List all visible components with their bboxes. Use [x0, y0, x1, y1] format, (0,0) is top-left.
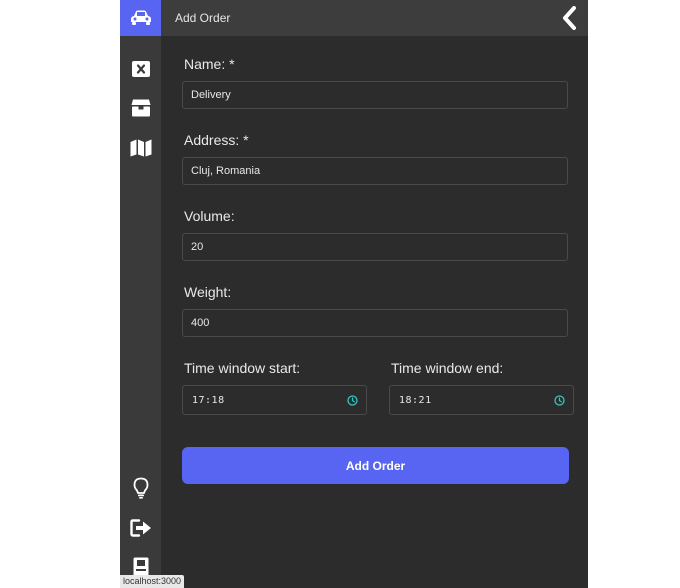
box-icon: [131, 99, 150, 117]
name-label: Name: *: [184, 56, 235, 72]
time-end-input[interactable]: 18:21: [389, 385, 574, 415]
clock-icon[interactable]: [347, 394, 358, 406]
app-header: Add Order: [161, 0, 588, 36]
id-badge-icon: [133, 557, 148, 577]
time-start-input[interactable]: 17:18: [182, 385, 367, 415]
sidebar: [120, 0, 161, 588]
clock-icon[interactable]: [554, 394, 565, 406]
close-square-icon: [131, 61, 150, 77]
weight-label: Weight:: [184, 284, 232, 300]
address-input[interactable]: [182, 157, 568, 185]
weight-input[interactable]: [182, 309, 568, 337]
volume-label: Volume:: [184, 208, 235, 224]
chevron-left-icon: [563, 6, 576, 30]
time-end-label: Time window end:: [391, 360, 504, 376]
car-icon: [130, 10, 151, 25]
time-start-value: 17:18: [192, 394, 225, 406]
time-end-value: 18:21: [399, 394, 432, 406]
time-start-label: Time window start:: [184, 360, 301, 376]
sidebar-item-theme[interactable]: [120, 471, 161, 505]
sidebar-item-logout[interactable]: [120, 511, 161, 545]
map-icon: [130, 139, 151, 157]
app-window: Add Order Name: * Address: * Volume: Wei…: [120, 0, 588, 588]
sidebar-item-cancel[interactable]: [120, 52, 161, 86]
add-order-button[interactable]: Add Order: [182, 447, 569, 484]
lightbulb-icon: [133, 477, 148, 499]
sidebar-item-orders[interactable]: [120, 91, 161, 125]
sign-out-icon: [129, 519, 151, 537]
page-title: Add Order: [175, 11, 231, 25]
sidebar-item-map[interactable]: [120, 131, 161, 165]
name-input[interactable]: [182, 81, 568, 109]
status-bar-url: localhost:3000: [120, 575, 185, 588]
address-label: Address: *: [184, 132, 249, 148]
volume-input[interactable]: [182, 233, 568, 261]
back-button[interactable]: [558, 4, 580, 32]
sidebar-item-vehicles[interactable]: [120, 0, 161, 36]
